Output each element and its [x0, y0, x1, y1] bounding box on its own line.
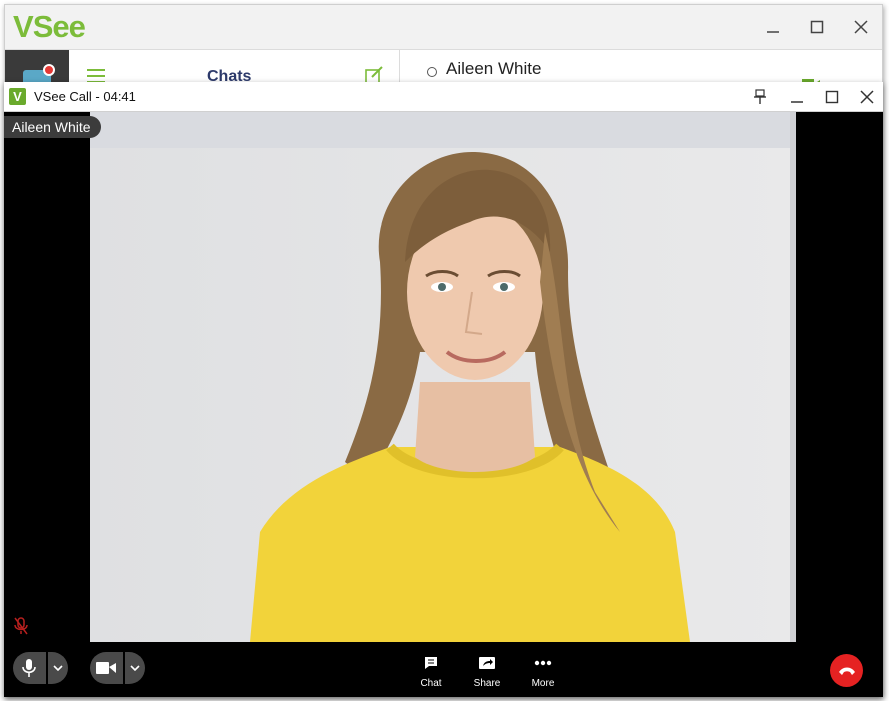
hang-up-button[interactable]	[830, 654, 863, 687]
call-titlebar: V VSee Call - 04:41	[4, 82, 883, 112]
hamburger-icon	[87, 69, 105, 83]
more-button-label: More	[531, 678, 555, 689]
muted-mic-indicator	[14, 617, 28, 640]
contact-status-icon	[427, 67, 437, 77]
pin-icon	[754, 89, 766, 104]
chat-button[interactable]: Chat	[406, 652, 456, 692]
microphone-options-button[interactable]	[48, 652, 68, 684]
notification-dot	[43, 64, 55, 76]
mic-muted-icon	[14, 617, 28, 635]
close-icon	[854, 20, 868, 34]
share-screen-icon	[479, 657, 495, 669]
participant-name-label: Aileen White	[4, 116, 101, 138]
microphone-control	[13, 652, 68, 684]
call-maximize-button[interactable]	[821, 86, 843, 108]
minimize-icon	[791, 101, 803, 103]
call-controls-bar: Chat Share More	[4, 642, 883, 697]
chevron-down-icon	[53, 665, 63, 671]
call-close-button[interactable]	[856, 86, 878, 108]
camera-options-button[interactable]	[125, 652, 145, 684]
ellipsis-icon	[534, 660, 552, 666]
participant-video-image	[90, 148, 790, 642]
close-icon	[860, 90, 874, 104]
remote-video-feed	[90, 112, 796, 642]
more-button[interactable]: More	[518, 652, 568, 692]
share-button-label: Share	[473, 678, 501, 689]
main-maximize-button[interactable]	[805, 15, 829, 39]
main-titlebar: VSee	[5, 5, 882, 49]
maximize-icon	[810, 20, 824, 34]
camera-toggle-button[interactable]	[90, 652, 122, 684]
camera-control	[90, 652, 145, 684]
contact-name: Aileen White	[446, 59, 542, 78]
chat-bubble-icon	[425, 657, 437, 669]
vsee-app-icon: V	[9, 88, 26, 105]
maximize-icon	[825, 90, 839, 104]
share-button[interactable]: Share	[462, 652, 512, 692]
microphone-icon	[22, 659, 36, 677]
vsee-call-window: V VSee Call - 04:41 Aileen White Chat Sh…	[4, 82, 883, 697]
call-minimize-button[interactable]	[786, 86, 808, 108]
call-window-title: VSee Call - 04:41	[34, 89, 136, 104]
main-close-button[interactable]	[849, 15, 873, 39]
minimize-icon	[767, 31, 779, 33]
chevron-down-icon	[130, 665, 140, 671]
vsee-logo: VSee	[13, 9, 86, 44]
chat-button-label: Chat	[420, 678, 442, 689]
microphone-toggle-button[interactable]	[13, 652, 45, 684]
pin-button[interactable]	[749, 86, 771, 108]
phone-hangup-icon	[838, 667, 855, 675]
video-camera-icon	[96, 662, 116, 674]
main-minimize-button[interactable]	[761, 15, 785, 39]
video-area[interactable]: Aileen White	[4, 112, 883, 642]
